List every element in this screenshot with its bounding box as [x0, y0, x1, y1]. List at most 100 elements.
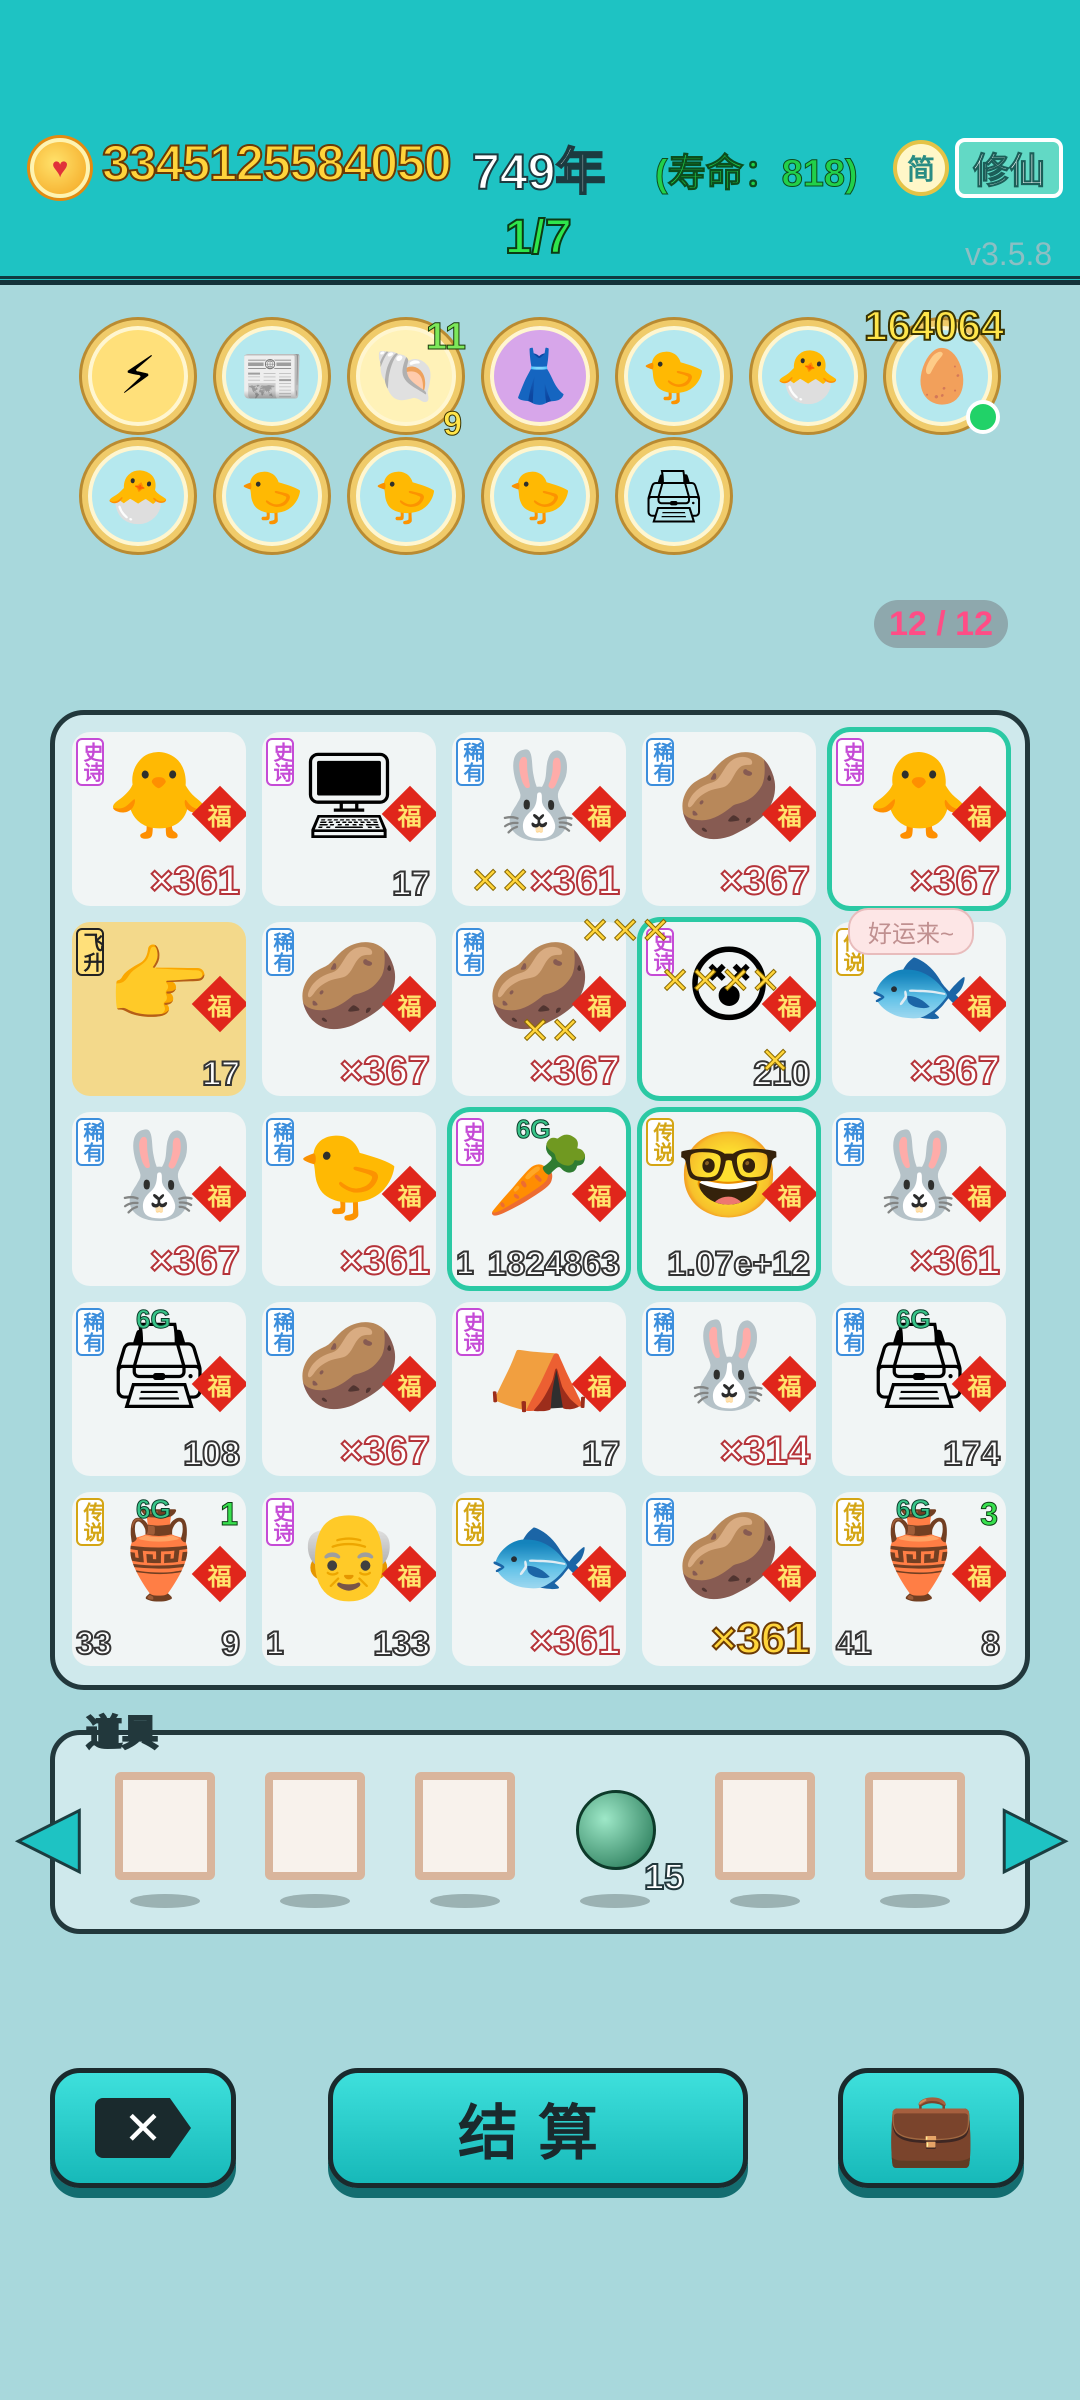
rarity-badge: 稀有: [836, 1118, 864, 1166]
cell-value: ×361: [529, 1618, 621, 1664]
board-cell[interactable]: 🥔 稀有福 ×367: [262, 1302, 436, 1476]
fu-label: 福: [588, 1563, 612, 1591]
syringe-chick-icon[interactable]: 🐤: [216, 440, 328, 552]
cell-value: ×367: [719, 858, 811, 904]
board-cell[interactable]: 👉 飞升福 17: [72, 922, 246, 1096]
cell-left-count: 1: [455, 1244, 475, 1282]
rarity-badge: 稀有: [266, 1118, 294, 1166]
board-cell[interactable]: 🥔 稀有福 ×367: [262, 922, 436, 1096]
cell-value: 17: [391, 864, 431, 904]
slot-counter: 12 / 12: [874, 600, 1008, 648]
cell-value: ×361: [149, 858, 241, 904]
item-shadow: [730, 1894, 800, 1908]
board-cell[interactable]: 🐰 稀有福 ×367: [72, 1112, 246, 1286]
cell-value: ×361: [529, 858, 621, 904]
syringe-chick-icon[interactable]: 🐤: [350, 440, 462, 552]
printer-icon[interactable]: 🖨: [618, 440, 730, 552]
fu-label: 福: [208, 1563, 232, 1591]
syringe-chick-icon[interactable]: 🐤: [484, 440, 596, 552]
cell-value: 9: [220, 1624, 241, 1664]
board-cell[interactable]: 👴 史诗福 1 133: [262, 1492, 436, 1666]
fu-label: 福: [778, 803, 802, 831]
fu-label: 福: [968, 1373, 992, 1401]
cell-value: 1.07e+12: [666, 1244, 811, 1284]
shell-icon[interactable]: 🐚 11 9: [350, 316, 467, 444]
fu-label: 福: [968, 993, 992, 1021]
rarity-badge: 传说: [646, 1118, 674, 1166]
fu-label: 福: [778, 1563, 802, 1591]
bag-button[interactable]: 💼: [838, 2068, 1024, 2188]
board-cell[interactable]: 🤓 传说福 1.07e+12: [642, 1112, 816, 1286]
time-magazine-icon[interactable]: 📰: [216, 320, 328, 432]
cell-value: ×367: [339, 1428, 431, 1474]
cell-value: ×367: [909, 1048, 1001, 1094]
simplified-chinese-button[interactable]: 简: [893, 140, 949, 196]
lifespan-label: (寿命：818): [655, 153, 859, 196]
pleated-skirt-icon[interactable]: 👗: [484, 320, 596, 432]
item-slot[interactable]: [115, 1772, 215, 1880]
settle-button[interactable]: 结算: [328, 2068, 748, 2188]
board-cell[interactable]: 🐥 史诗福 ×367: [832, 732, 1006, 906]
cell-value: ×367: [149, 1238, 241, 1284]
close-button[interactable]: ✕: [50, 2068, 236, 2188]
item-shadow: [580, 1894, 650, 1908]
rarity-badge: 史诗: [646, 928, 674, 976]
rarity-badge: 稀有: [646, 738, 674, 786]
board-cell[interactable]: 🐤 稀有福 ×361: [262, 1112, 436, 1286]
item-slot[interactable]: [265, 1772, 365, 1880]
board-cell[interactable]: 🖨 稀有福 6G 174: [832, 1302, 1006, 1476]
item-slot[interactable]: [715, 1772, 815, 1880]
rarity-badge: 传说: [76, 1498, 104, 1546]
board-cell[interactable]: 🥔 稀有福 ×361: [642, 1492, 816, 1666]
board-cell[interactable]: 🖥 史诗福 17: [262, 732, 436, 906]
year-count: 749年: [471, 143, 606, 201]
board-cell[interactable]: 😵 史诗福 210: [642, 922, 816, 1096]
rarity-badge: 史诗: [836, 738, 864, 786]
six-g-badge: 6G: [136, 1494, 172, 1525]
cell-left-count: 1: [265, 1624, 285, 1662]
board-cell[interactable]: 🥔 稀有福 ×367: [642, 732, 816, 906]
cell-value: 17: [201, 1054, 241, 1094]
fu-label: 福: [588, 803, 612, 831]
fu-label: 福: [398, 1183, 422, 1211]
chick-egg-icon[interactable]: 🐣: [82, 440, 194, 552]
six-g-badge: 6G: [896, 1304, 932, 1335]
syringe-chick-icon[interactable]: 🐤: [618, 320, 730, 432]
cell-left-count: 41: [835, 1624, 873, 1662]
lightning-icon[interactable]: ⚡: [82, 320, 194, 432]
shell-bottom-count: 9: [443, 405, 463, 444]
rarity-badge: 稀有: [266, 928, 294, 976]
fu-label: 福: [968, 803, 992, 831]
board-cell[interactable]: 🐥 史诗福 ×361: [72, 732, 246, 906]
fu-label: 福: [208, 803, 232, 831]
cell-value: 1824863: [487, 1244, 621, 1284]
cell-value: ×367: [339, 1048, 431, 1094]
version-label: v3.5.8: [965, 236, 1053, 272]
six-g-badge: 6G: [136, 1304, 172, 1335]
board-cell[interactable]: 🐰 稀有福 ×314: [642, 1302, 816, 1476]
board-cell[interactable]: 🥕 史诗福 6G 1 1824863: [452, 1112, 626, 1286]
rarity-badge: 稀有: [456, 738, 484, 786]
fu-label: 福: [588, 1373, 612, 1401]
coin-balance: 3345125584050: [101, 134, 452, 192]
items-next-arrow[interactable]: ▶: [1003, 1789, 1068, 1881]
six-g-badge: 6G: [896, 1494, 932, 1525]
board-cell[interactable]: ⛺ 史诗福 17: [452, 1302, 626, 1476]
xiuxian-button[interactable]: 修仙: [955, 138, 1063, 198]
corner-count: 1: [220, 1496, 239, 1533]
board-cell[interactable]: 🐰 稀有福 ×361: [832, 1112, 1006, 1286]
cell-value: ×361: [909, 1238, 1001, 1284]
board-cell[interactable]: 🏺 传说福 6G 1 33 9: [72, 1492, 246, 1666]
item-slot[interactable]: [415, 1772, 515, 1880]
board-cell[interactable]: 🥔 稀有福 ×367: [452, 922, 626, 1096]
board-cell[interactable]: 🐟 传说福 ×361: [452, 1492, 626, 1666]
item-slot[interactable]: [865, 1772, 965, 1880]
fu-label: 福: [398, 1563, 422, 1591]
board-cell[interactable]: 🖨 稀有福 6G 108: [72, 1302, 246, 1476]
board-cell[interactable]: 🏺 传说福 6G 3 41 8: [832, 1492, 1006, 1666]
chick-egg-icon[interactable]: 🐣: [752, 320, 864, 432]
shell-top-count: 11: [425, 316, 466, 359]
rarity-badge: 稀有: [76, 1308, 104, 1356]
items-prev-arrow[interactable]: ◀: [17, 1789, 82, 1881]
board-cell[interactable]: 🐰 稀有福 ×361: [452, 732, 626, 906]
